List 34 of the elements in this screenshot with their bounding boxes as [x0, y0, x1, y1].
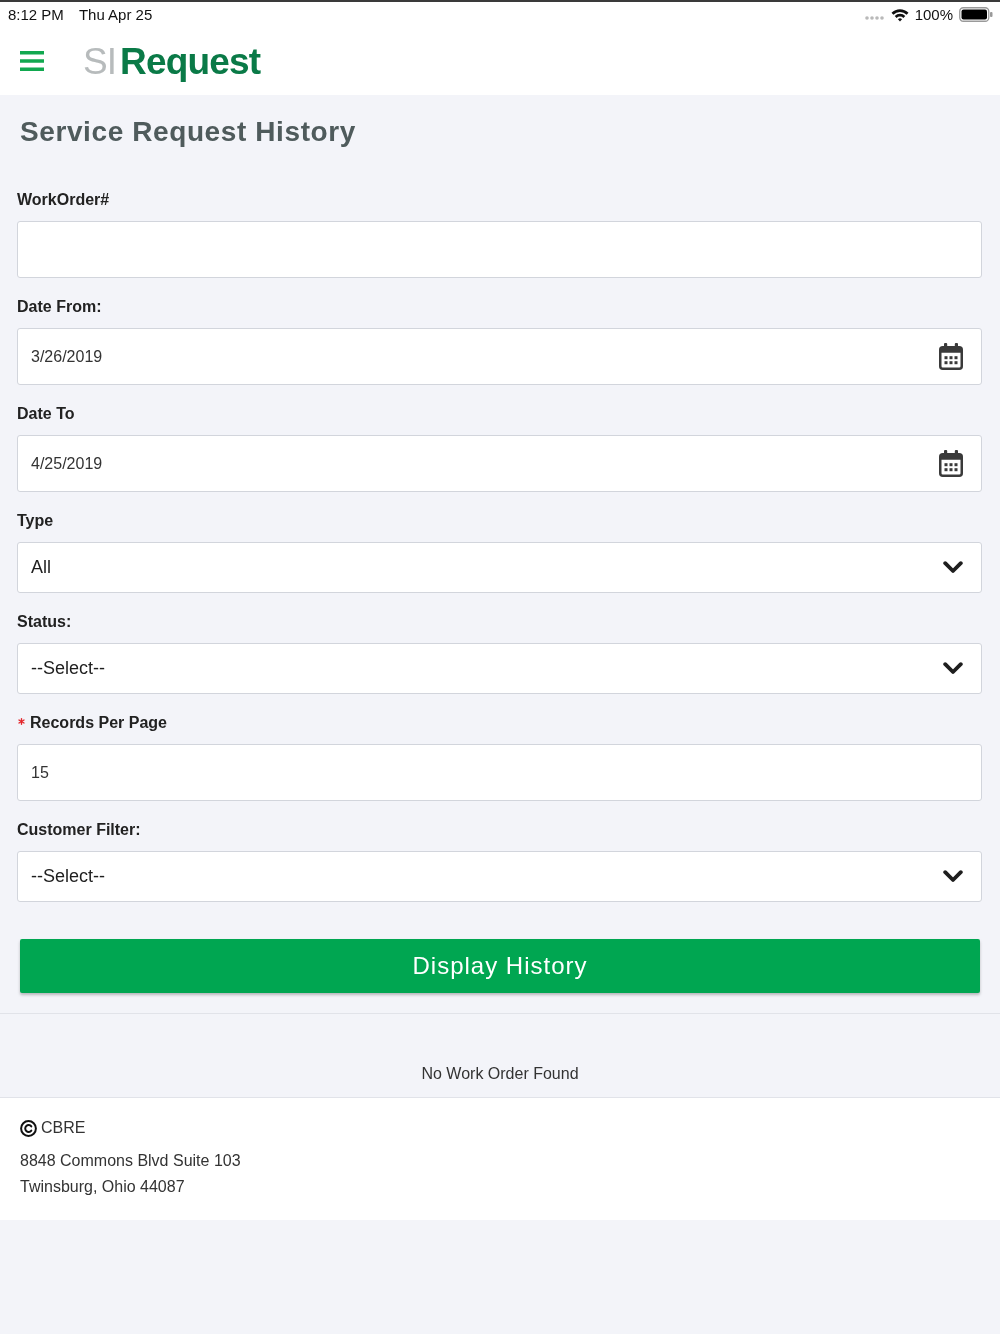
page-title: Service Request History [20, 115, 356, 149]
text-input-field[interactable]: 15 [17, 744, 982, 801]
menu-icon[interactable] [20, 51, 44, 71]
field-label: Status: [17, 612, 72, 632]
address-line: Twinsburg, Ohio 44087 [20, 1177, 185, 1197]
select-field[interactable]: All [17, 542, 982, 593]
chevron-down-icon[interactable] [943, 870, 963, 883]
status-date: Thu Apr 25 [78, 6, 153, 23]
chevron-down-icon[interactable] [943, 662, 963, 675]
logo-name: Request [119, 40, 261, 84]
date-field[interactable]: 3/26/2019 [17, 328, 982, 385]
calendar-icon[interactable] [939, 343, 963, 370]
text-input-field[interactable] [17, 221, 982, 278]
select-field[interactable]: --Select-- [17, 851, 982, 902]
date-field[interactable]: 4/25/2019 [17, 435, 982, 492]
battery-percent: 100% [914, 6, 953, 23]
copyright-text: CBRE [41, 1118, 86, 1138]
logo-prefix: SI [83, 40, 116, 84]
field-label: Type [17, 511, 54, 531]
status-time: 8:12 PM [8, 6, 64, 23]
empty-results-message: No Work Order Found [421, 1064, 579, 1084]
calendar-icon[interactable] [939, 450, 963, 477]
field-label: Date To [17, 404, 75, 424]
field-label: Records Per Page [30, 713, 167, 733]
battery-icon [959, 7, 993, 22]
field-label: Date From: [17, 297, 102, 317]
field-label: Customer Filter: [17, 820, 141, 840]
select-field[interactable]: --Select-- [17, 643, 982, 694]
address-line: 8848 Commons Blvd Suite 103 [20, 1151, 241, 1171]
wifi-icon [890, 7, 909, 22]
signal-dots-icon [864, 15, 885, 20]
chevron-down-icon[interactable] [943, 561, 963, 574]
field-label: WorkOrder# [17, 190, 110, 210]
copyright-icon [20, 1119, 37, 1137]
